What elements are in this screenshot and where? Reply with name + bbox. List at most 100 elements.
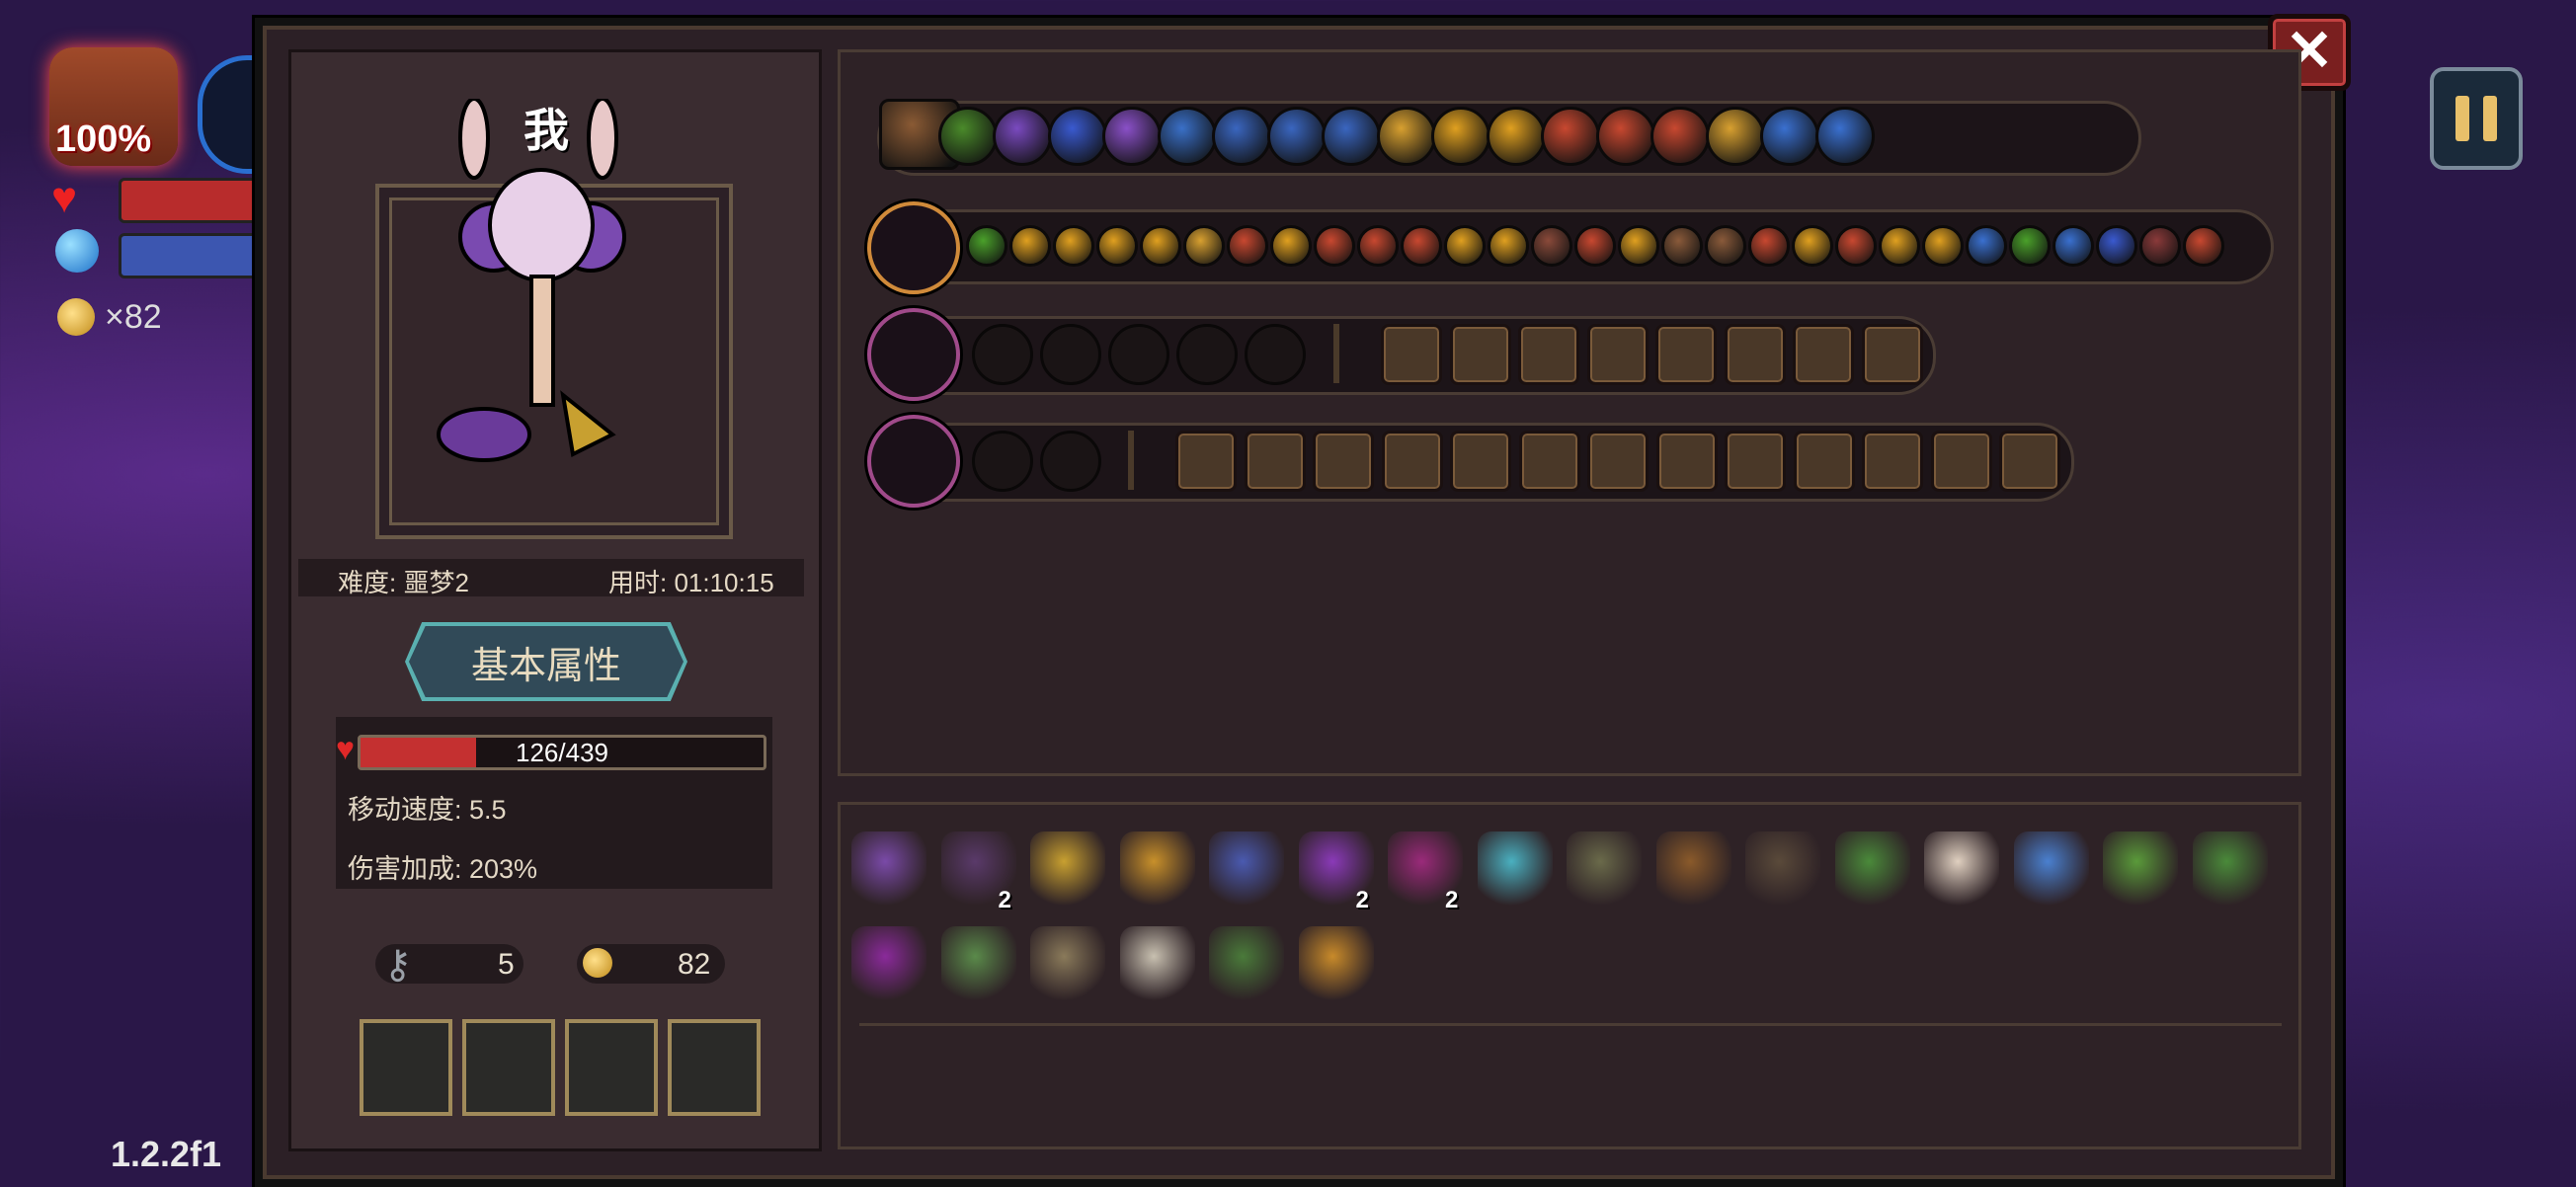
weapon-3-icon[interactable]: [867, 415, 960, 508]
upgrade-icon[interactable]: [1227, 225, 1268, 267]
upgrade-icon[interactable]: [1835, 225, 1877, 267]
gold-card-icon[interactable]: [1705, 107, 1765, 166]
upgrade-icon[interactable]: [1705, 225, 1746, 267]
green-flame-icon[interactable]: [937, 107, 998, 166]
green-helmet-icon[interactable]: [2192, 831, 2268, 907]
purple-orb-icon[interactable]: [993, 107, 1052, 166]
bone-chain-icon[interactable]: [1030, 926, 1105, 1001]
hud-coin-count: ×82: [105, 298, 162, 336]
upgrade-icon[interactable]: [1401, 225, 1442, 267]
pause-button[interactable]: [2430, 67, 2523, 170]
golden-cup-icon[interactable]: [1119, 831, 1195, 907]
upgrade-icon[interactable]: [1488, 225, 1529, 267]
weapon-1-icon[interactable]: [867, 201, 960, 294]
locked-slot-icon: [1381, 324, 1442, 385]
runner-slot-icon: [1862, 431, 1923, 492]
upgrade-icon[interactable]: [1357, 225, 1399, 267]
blue-spark-icon[interactable]: [1814, 107, 1875, 166]
empty-slot[interactable]: [1040, 324, 1101, 385]
upgrade-icon[interactable]: [2096, 225, 2137, 267]
upgrade-icon[interactable]: [1966, 225, 2007, 267]
green-boot-icon[interactable]: [940, 926, 1016, 1001]
equipment-slot[interactable]: [668, 1019, 761, 1116]
pickaxe-icon[interactable]: [1298, 926, 1374, 1001]
upgrade-icon[interactable]: [1618, 225, 1659, 267]
upgrade-icon[interactable]: [1096, 225, 1138, 267]
empty-slot[interactable]: [1245, 324, 1306, 385]
treasure-chest-icon[interactable]: [1655, 831, 1731, 907]
crystal-plus-icon[interactable]: [1102, 107, 1162, 166]
green-belt-icon[interactable]: [1209, 926, 1284, 1001]
blue-bottle-icon[interactable]: [1157, 107, 1217, 166]
herb-icon[interactable]: [2103, 831, 2178, 907]
red-gem-plus-icon[interactable]: [1650, 107, 1710, 166]
upgrade-icon[interactable]: [1270, 225, 1312, 267]
upgrade-icon[interactable]: [2009, 225, 2051, 267]
upgrade-icon[interactable]: [1574, 225, 1616, 267]
upgrade-icon[interactable]: [1748, 225, 1790, 267]
upgrade-icon[interactable]: [1444, 225, 1486, 267]
gold-count: 82: [678, 948, 711, 981]
book-icon[interactable]: [1322, 107, 1381, 166]
upgrade-icon[interactable]: [1183, 225, 1225, 267]
empty-slot[interactable]: [1176, 324, 1238, 385]
sun-icon[interactable]: [1431, 107, 1490, 166]
empty-slot[interactable]: [1108, 324, 1169, 385]
upgrade-icon[interactable]: [2183, 225, 2224, 267]
weapon-2-icon[interactable]: [867, 308, 960, 401]
striped-pipe-icon[interactable]: [1477, 831, 1553, 907]
equipment-slot[interactable]: [565, 1019, 658, 1116]
coin-icon: [57, 298, 95, 336]
keys-count: 5: [498, 948, 515, 981]
crossed-swords-plus-icon[interactable]: [1266, 107, 1327, 166]
blue-slash-icon[interactable]: [1760, 107, 1819, 166]
witch-portrait-icon[interactable]: [851, 831, 926, 907]
basic-attributes-button[interactable]: 基本属性: [409, 626, 684, 697]
blue-gem-icon[interactable]: [2013, 831, 2089, 907]
upgrade-icon[interactable]: [2053, 225, 2094, 267]
locked-slot-icon: [1586, 324, 1649, 385]
play-time-label: 用时: 01:10:15: [608, 568, 774, 597]
row-divider: [1128, 431, 1134, 490]
item-count: 2: [1355, 887, 1369, 913]
antler-icon[interactable]: [1030, 831, 1105, 907]
purple-eye-icon[interactable]: [851, 926, 926, 1001]
difficulty-label: 难度: 噩梦2: [338, 568, 469, 597]
character-name: 我: [523, 105, 569, 156]
upgrade-icon[interactable]: [1140, 225, 1181, 267]
upgrade-icon[interactable]: [1879, 225, 1920, 267]
empty-slot[interactable]: [972, 431, 1033, 492]
red-gem-plus-icon[interactable]: [1595, 107, 1655, 166]
hood-icon[interactable]: [1745, 831, 1820, 907]
empty-slot[interactable]: [1040, 431, 1101, 492]
leaf-icon[interactable]: [1834, 831, 1910, 907]
equipment-slot[interactable]: [360, 1019, 452, 1116]
worm-icon[interactable]: [1567, 831, 1642, 907]
fang-jaw-icon[interactable]: [1119, 926, 1195, 1001]
equipment-slot[interactable]: [462, 1019, 555, 1116]
upgrade-icon[interactable]: [1531, 225, 1572, 267]
spiral-plus-icon[interactable]: [1047, 107, 1107, 166]
upgrade-icon[interactable]: [2139, 225, 2181, 267]
item-divider: [859, 1023, 2282, 1026]
runner-slot-icon: [1381, 431, 1443, 492]
empty-slot[interactable]: [972, 324, 1033, 385]
upgrade-icon[interactable]: [1009, 225, 1051, 267]
arc-arrow-icon[interactable]: [1486, 107, 1546, 166]
feather-icon[interactable]: [1924, 831, 1999, 907]
runner-slot-icon: [1244, 431, 1306, 492]
gold-rune-icon[interactable]: [1376, 107, 1436, 166]
upgrade-icon[interactable]: [1053, 225, 1094, 267]
upgrade-icon[interactable]: [966, 225, 1007, 267]
game-hud: 100% ♥ ×82: [0, 0, 277, 1185]
upgrade-icon[interactable]: [1792, 225, 1833, 267]
potion-flask-icon[interactable]: [1209, 831, 1284, 907]
upgrade-icon[interactable]: [1314, 225, 1355, 267]
runner-slot-icon: [1450, 431, 1511, 492]
hourglass-icon[interactable]: [1541, 107, 1600, 166]
item-count: 2: [1445, 887, 1459, 913]
upgrade-icon[interactable]: [1922, 225, 1964, 267]
upgrade-icon[interactable]: [1661, 225, 1703, 267]
crossed-swords-icon[interactable]: [1212, 107, 1271, 166]
locked-slot-icon: [1518, 324, 1579, 385]
